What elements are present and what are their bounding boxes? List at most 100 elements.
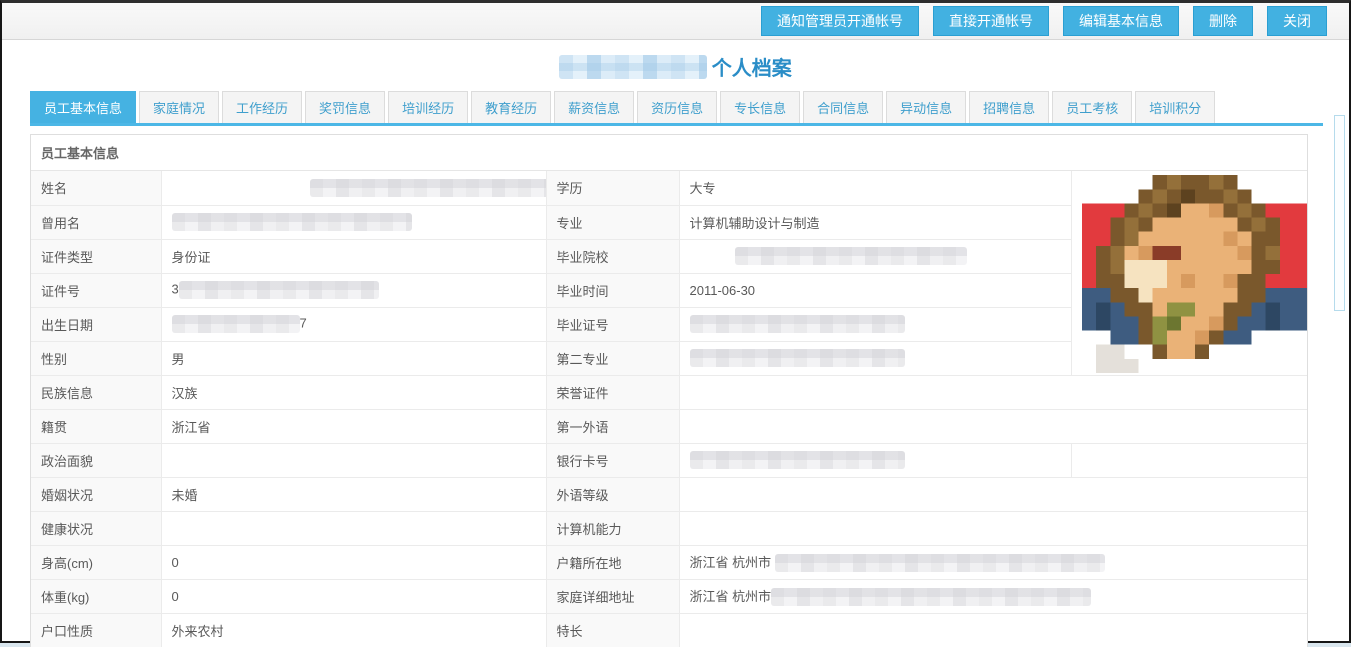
- field-label: 证件号: [31, 273, 161, 307]
- field-value: [679, 409, 1307, 443]
- edit-basic-info-button[interactable]: 编辑基本信息: [1063, 6, 1179, 36]
- empty-cell: [1071, 443, 1307, 477]
- delete-button[interactable]: 删除: [1193, 6, 1253, 36]
- field-label: 计算机能力: [546, 511, 679, 545]
- field-label: 户口性质: [31, 613, 161, 647]
- field-value: 身份证: [161, 239, 546, 273]
- field-label: 专业: [546, 205, 679, 239]
- table-row: 姓名 学历 大专: [31, 171, 1307, 205]
- table-row: 健康状况 计算机能力: [31, 511, 1307, 545]
- field-label: 健康状况: [31, 511, 161, 545]
- field-label: 籍贯: [31, 409, 161, 443]
- field-value: [679, 477, 1307, 511]
- field-value: 0: [161, 545, 546, 579]
- tab-education[interactable]: 教育经历: [471, 91, 551, 123]
- employee-profile-window: 通知管理员开通帐号 直接开通帐号 编辑基本信息 删除 关闭 个人档案 员工基本信…: [0, 0, 1351, 643]
- tab-recruitment[interactable]: 招聘信息: [969, 91, 1049, 123]
- table-row: 户口性质 外来农村 特长: [31, 613, 1307, 647]
- field-value: 2011-06-30: [679, 273, 1071, 307]
- field-value-text: 7: [300, 315, 307, 330]
- page-title-text: 个人档案: [712, 58, 792, 80]
- profile-tab-bar: 员工基本信息 家庭情况 工作经历 奖罚信息 培训经历 教育经历 薪资信息 资历信…: [30, 91, 1323, 126]
- field-value: [161, 171, 546, 205]
- redacted-value: [310, 179, 547, 197]
- basic-info-table: 姓名 学历 大专 曾用名 专业 计算机辅助设计与制造 证件类型 身份证 毕业院校: [31, 171, 1307, 647]
- redacted-value: [690, 451, 905, 469]
- field-label: 毕业证号: [546, 307, 679, 341]
- field-value-text: 浙江省 杭州市: [690, 555, 775, 570]
- notify-admin-open-account-button[interactable]: 通知管理员开通帐号: [761, 6, 919, 36]
- field-value: [679, 511, 1307, 545]
- direct-open-account-button[interactable]: 直接开通帐号: [933, 6, 1049, 36]
- field-value: [161, 511, 546, 545]
- field-value: [679, 443, 1071, 477]
- field-label: 银行卡号: [546, 443, 679, 477]
- field-label: 家庭详细地址: [546, 579, 679, 613]
- field-label: 户籍所在地: [546, 545, 679, 579]
- redacted-value: [690, 349, 905, 367]
- field-label: 荣誉证件: [546, 375, 679, 409]
- tab-training-history[interactable]: 培训经历: [388, 91, 468, 123]
- table-row: 身高(cm) 0 户籍所在地 浙江省 杭州市: [31, 545, 1307, 579]
- field-value: 浙江省: [161, 409, 546, 443]
- redacted-value: [771, 588, 1091, 606]
- field-value: 浙江省 杭州市: [679, 545, 1307, 579]
- field-value: 外来农村: [161, 613, 546, 647]
- field-value: [161, 205, 546, 239]
- field-label: 曾用名: [31, 205, 161, 239]
- table-row: 籍贯 浙江省 第一外语: [31, 409, 1307, 443]
- panel-header: 员工基本信息: [31, 135, 1307, 171]
- field-value: [161, 443, 546, 477]
- redacted-value: [172, 315, 300, 333]
- field-label: 体重(kg): [31, 579, 161, 613]
- action-toolbar: 通知管理员开通帐号 直接开通帐号 编辑基本信息 删除 关闭: [2, 3, 1349, 40]
- employee-photo: [1082, 175, 1308, 373]
- tab-transfer[interactable]: 异动信息: [886, 91, 966, 123]
- table-row: 政治面貌 银行卡号: [31, 443, 1307, 477]
- tab-training-points[interactable]: 培训积分: [1135, 91, 1215, 123]
- redacted-value: [172, 213, 412, 231]
- field-value: [679, 307, 1071, 341]
- field-label: 外语等级: [546, 477, 679, 511]
- field-label: 政治面貌: [31, 443, 161, 477]
- tab-work-history[interactable]: 工作经历: [222, 91, 302, 123]
- page-title: 个人档案: [2, 52, 1349, 82]
- photo-cell: [1071, 171, 1307, 375]
- table-row: 婚姻状况 未婚 外语等级: [31, 477, 1307, 511]
- field-value: [679, 613, 1307, 647]
- redacted-value: [775, 554, 1105, 572]
- table-row: 民族信息 汉族 荣誉证件: [31, 375, 1307, 409]
- redacted-employee-name: [559, 55, 707, 79]
- field-value: 0: [161, 579, 546, 613]
- field-value: [679, 375, 1307, 409]
- field-value-text: 浙江省 杭州市: [690, 589, 772, 604]
- field-label: 第一外语: [546, 409, 679, 443]
- field-value: 7: [161, 307, 546, 341]
- field-value: 浙江省 杭州市: [679, 579, 1307, 613]
- redacted-value: [179, 281, 379, 299]
- field-label: 民族信息: [31, 375, 161, 409]
- tab-reward-punishment[interactable]: 奖罚信息: [305, 91, 385, 123]
- field-value: 未婚: [161, 477, 546, 511]
- field-label: 出生日期: [31, 307, 161, 341]
- tab-family[interactable]: 家庭情况: [139, 91, 219, 123]
- tab-assessment[interactable]: 员工考核: [1052, 91, 1132, 123]
- field-label: 证件类型: [31, 239, 161, 273]
- tab-contract[interactable]: 合同信息: [803, 91, 883, 123]
- field-label: 特长: [546, 613, 679, 647]
- tab-specialty[interactable]: 专长信息: [720, 91, 800, 123]
- field-label: 身高(cm): [31, 545, 161, 579]
- tab-basic-info[interactable]: 员工基本信息: [30, 91, 136, 123]
- field-label: 姓名: [31, 171, 161, 205]
- basic-info-panel: 员工基本信息 姓名 学历 大专 曾用名 专业 计算机辅助设计与制造 证件类型 身…: [30, 134, 1308, 647]
- tab-salary[interactable]: 薪资信息: [554, 91, 634, 123]
- field-value: 汉族: [161, 375, 546, 409]
- scrollbar-track[interactable]: [1334, 115, 1345, 311]
- field-label: 性别: [31, 341, 161, 375]
- field-value: 3: [161, 273, 546, 307]
- field-value-text: 3: [172, 281, 179, 296]
- field-value: [679, 239, 1071, 273]
- tab-qualification[interactable]: 资历信息: [637, 91, 717, 123]
- close-button[interactable]: 关闭: [1267, 6, 1327, 36]
- field-value: 大专: [679, 171, 1071, 205]
